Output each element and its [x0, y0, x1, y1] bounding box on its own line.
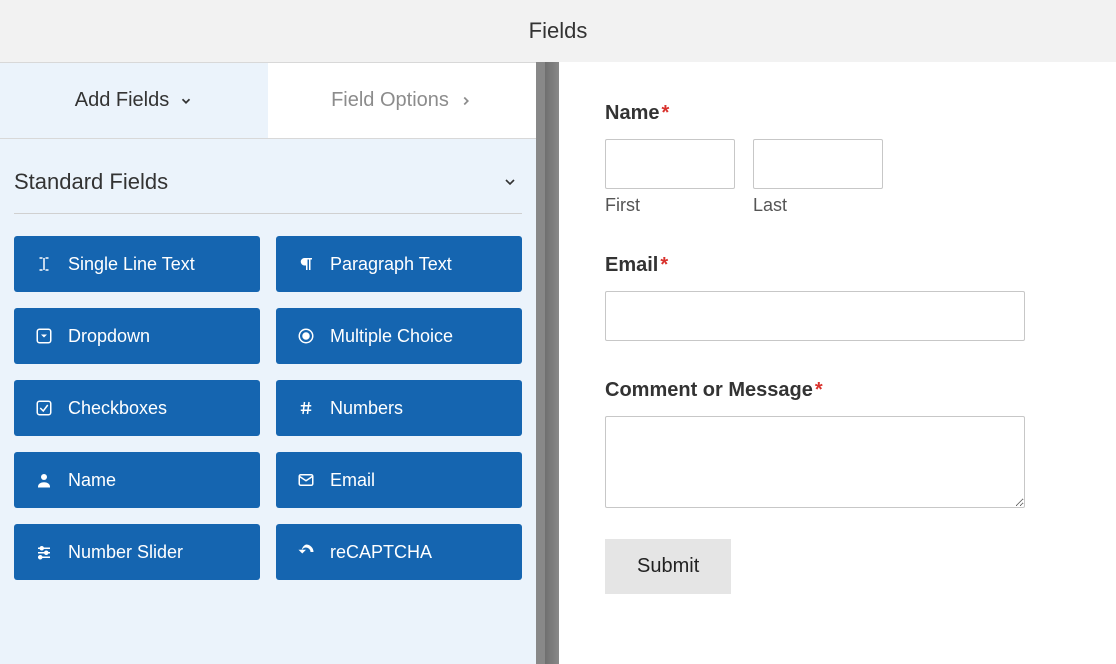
field-number-slider[interactable]: Number Slider — [14, 524, 260, 580]
label-text: Comment or Message — [605, 379, 813, 401]
field-multiple-choice[interactable]: Multiple Choice — [276, 308, 522, 364]
main-layout: Add Fields Field Options Standard Fields — [0, 62, 1116, 664]
name-row: First Last — [605, 139, 1061, 216]
form-preview: Name* First Last Email* — [559, 62, 1116, 664]
sliders-icon — [34, 542, 54, 562]
hash-icon — [296, 398, 316, 418]
first-name-col: First — [605, 139, 735, 216]
comment-block: Comment or Message* — [605, 379, 1061, 513]
section-divider — [14, 213, 522, 214]
label-text: Name — [605, 102, 659, 124]
field-paragraph-text[interactable]: Paragraph Text — [276, 236, 522, 292]
sidebar-tabs: Add Fields Field Options — [0, 63, 536, 139]
field-grid: Single Line Text Paragraph Text Dropdown… — [0, 236, 536, 580]
submit-label: Submit — [637, 555, 699, 577]
recaptcha-icon — [296, 542, 316, 562]
required-mark: * — [660, 254, 668, 276]
tab-add-fields-label: Add Fields — [75, 89, 170, 112]
page-header: Fields — [0, 0, 1116, 62]
email-label: Email* — [605, 254, 1061, 277]
first-name-input[interactable] — [605, 139, 735, 189]
sidebar: Add Fields Field Options Standard Fields — [0, 62, 536, 664]
text-cursor-icon — [34, 254, 54, 274]
email-block: Email* — [605, 254, 1061, 341]
field-label: Number Slider — [68, 542, 183, 563]
required-mark: * — [661, 102, 669, 124]
label-text: Email — [605, 254, 658, 276]
field-label: Email — [330, 470, 375, 491]
field-checkboxes[interactable]: Checkboxes — [14, 380, 260, 436]
last-sublabel: Last — [753, 195, 883, 216]
chevron-right-icon — [459, 94, 473, 108]
field-label: Name — [68, 470, 116, 491]
page-title: Fields — [529, 18, 588, 44]
user-icon — [34, 470, 54, 490]
first-sublabel: First — [605, 195, 735, 216]
chevron-down-icon — [502, 174, 518, 190]
last-name-col: Last — [753, 139, 883, 216]
tab-add-fields[interactable]: Add Fields — [0, 63, 268, 138]
radio-icon — [296, 326, 316, 346]
checkbox-icon — [34, 398, 54, 418]
comment-label: Comment or Message* — [605, 379, 1061, 402]
chevron-down-icon — [179, 94, 193, 108]
comment-textarea[interactable] — [605, 416, 1025, 508]
field-label: Dropdown — [68, 326, 150, 347]
caret-down-square-icon — [34, 326, 54, 346]
field-single-line-text[interactable]: Single Line Text — [14, 236, 260, 292]
field-label: reCAPTCHA — [330, 542, 432, 563]
tab-field-options-label: Field Options — [331, 89, 449, 112]
field-label: Single Line Text — [68, 254, 195, 275]
section-standard-fields[interactable]: Standard Fields — [0, 139, 536, 213]
tab-field-options[interactable]: Field Options — [268, 63, 536, 138]
field-email[interactable]: Email — [276, 452, 522, 508]
field-label: Paragraph Text — [330, 254, 452, 275]
required-mark: * — [815, 379, 823, 401]
last-name-input[interactable] — [753, 139, 883, 189]
email-input[interactable] — [605, 291, 1025, 341]
field-dropdown[interactable]: Dropdown — [14, 308, 260, 364]
name-label: Name* — [605, 102, 1061, 125]
field-label: Numbers — [330, 398, 403, 419]
field-label: Checkboxes — [68, 398, 167, 419]
submit-button[interactable]: Submit — [605, 539, 731, 594]
paragraph-icon — [296, 254, 316, 274]
section-title: Standard Fields — [14, 169, 168, 195]
field-label: Multiple Choice — [330, 326, 453, 347]
vertical-divider — [536, 62, 559, 664]
field-numbers[interactable]: Numbers — [276, 380, 522, 436]
field-recaptcha[interactable]: reCAPTCHA — [276, 524, 522, 580]
field-name[interactable]: Name — [14, 452, 260, 508]
envelope-icon — [296, 470, 316, 490]
